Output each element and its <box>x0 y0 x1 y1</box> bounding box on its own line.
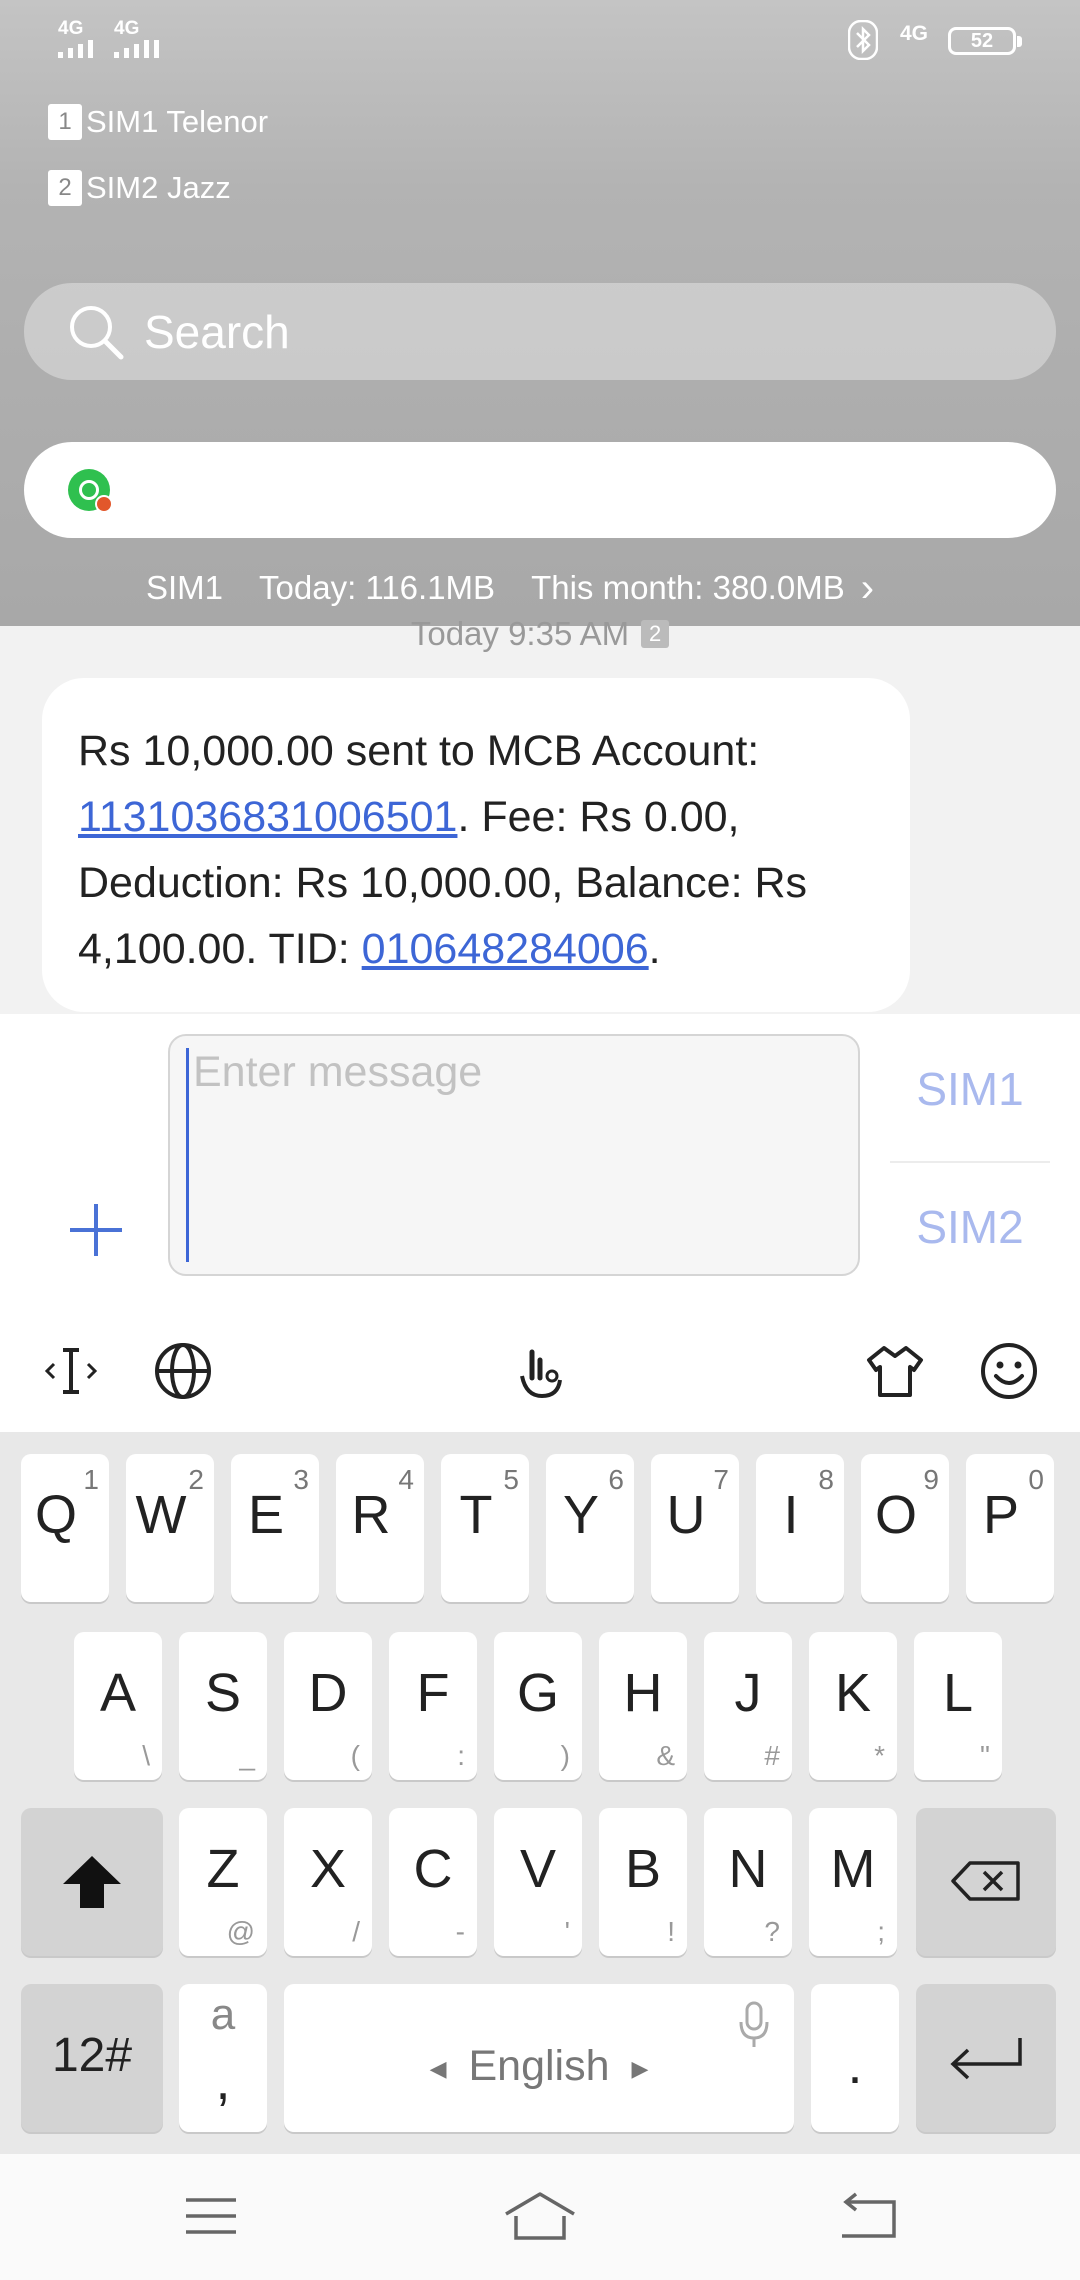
sim2-name: SIM2 Jazz <box>86 170 231 205</box>
sim1-info: 1 SIM1 Telenor <box>48 102 268 142</box>
sim1-name: SIM1 Telenor <box>86 104 269 139</box>
enter-key[interactable] <box>916 1984 1056 2132</box>
key-s[interactable]: S _ <box>179 1632 267 1780</box>
key-y[interactable]: 6Y <box>546 1454 634 1602</box>
globe-icon[interactable] <box>152 1340 214 1402</box>
search-input[interactable] <box>144 304 944 359</box>
key-x[interactable]: X / <box>284 1808 372 1956</box>
key-g[interactable]: G) <box>494 1632 582 1780</box>
key-z[interactable]: Z @ <box>179 1808 267 1956</box>
data-usage-sim: SIM1 <box>146 569 224 606</box>
whatsapp-icon <box>68 469 113 513</box>
backspace-key[interactable] <box>916 1808 1056 1956</box>
key-a[interactable]: A \ <box>74 1632 162 1780</box>
message-text: Rs 10,000.00 sent to MCB Account: <box>78 727 760 775</box>
key-k[interactable]: K * <box>809 1632 897 1780</box>
key-l[interactable]: L " <box>914 1632 1002 1780</box>
menu-icon[interactable] <box>172 2190 252 2244</box>
sim1-badge: 1 <box>48 104 82 140</box>
bluetooth-icon <box>848 20 878 60</box>
cursor-icon[interactable] <box>40 1340 102 1402</box>
timestamp-text: Today 9:35 AM <box>410 615 630 652</box>
enter-arrow-icon <box>950 2038 1022 2080</box>
status-bar: 4G 4G 4G 52 <box>0 0 1080 76</box>
language-right-icon: ▶ <box>631 2055 649 2081</box>
message-timestamp: Today 9:35 AM 2 <box>0 612 1080 656</box>
period-key[interactable]: . <box>811 1984 899 2132</box>
message-text: . <box>648 925 661 973</box>
navigation-bar <box>0 2154 1080 2280</box>
key-v[interactable]: V ' <box>494 1808 582 1956</box>
key-u[interactable]: 7U <box>651 1454 739 1602</box>
key-i[interactable]: 8I <box>756 1454 844 1602</box>
key-j[interactable]: J # <box>704 1632 792 1780</box>
key-q[interactable]: 1Q <box>21 1454 109 1602</box>
sim2-badge: 2 <box>48 170 82 206</box>
emoji-icon[interactable] <box>978 1340 1040 1402</box>
message-input[interactable] <box>186 1048 842 1262</box>
key-b[interactable]: B! <box>599 1808 687 1956</box>
shift-key[interactable] <box>21 1808 163 1956</box>
language-left-icon: ◀ <box>429 2055 447 2081</box>
back-icon[interactable] <box>828 2190 908 2244</box>
home-icon[interactable] <box>500 2190 580 2244</box>
search-icon <box>70 305 124 359</box>
key-o[interactable]: 9O <box>861 1454 949 1602</box>
sim-divider <box>890 1161 1050 1163</box>
signal-sim1-icon: 4G <box>58 19 93 58</box>
key-r[interactable]: 4R <box>336 1454 424 1602</box>
keyboard: 1Q 2W 3E 4R 5T 6Y 7U 8I 9O 0P A \ S _ D( F… <box>0 1432 1080 2154</box>
data-usage-month: This month: 380.0MB <box>531 569 845 606</box>
keyboard-toolbar <box>0 1310 1080 1432</box>
key-t[interactable]: 5T <box>441 1454 529 1602</box>
battery-icon: 52 <box>948 27 1022 55</box>
shift-arrow-icon <box>63 1856 121 1908</box>
add-attachment-button[interactable] <box>66 1200 126 1260</box>
key-e[interactable]: 3E <box>231 1454 319 1602</box>
key-w[interactable]: 2W <box>126 1454 214 1602</box>
notification-shade: 4G 4G 4G 52 1 SIM1 Telenor 2 SIM2 Jazz S… <box>0 0 1080 626</box>
key-d[interactable]: D( <box>284 1632 372 1780</box>
key-m[interactable]: M; <box>809 1808 897 1956</box>
chevron-right-icon: › <box>860 565 875 610</box>
message-input-box[interactable] <box>168 1034 860 1276</box>
shade-search-bar[interactable] <box>24 283 1056 380</box>
send-sim1-button[interactable]: SIM1 <box>888 1062 1052 1116</box>
key-c[interactable]: C- <box>389 1808 477 1956</box>
gesture-icon[interactable] <box>508 1340 570 1402</box>
network-type-label: 4G <box>900 22 929 45</box>
key-p[interactable]: 0P <box>966 1454 1054 1602</box>
symbols-key[interactable]: 12# <box>21 1984 163 2132</box>
send-sim2-button[interactable]: SIM2 <box>888 1200 1052 1254</box>
message-bubble[interactable]: Rs 10,000.00 sent to MCB Account: 113103… <box>42 678 910 1012</box>
key-n[interactable]: N? <box>704 1808 792 1956</box>
microphone-icon <box>739 2001 769 2047</box>
sim2-info: 2 SIM2 Jazz <box>48 168 231 208</box>
signal-sim2-icon: 4G <box>114 19 159 58</box>
data-usage-today: Today: 116.1MB <box>259 569 496 606</box>
backspace-icon <box>951 1861 1020 1901</box>
space-language-label: English <box>468 2042 610 2090</box>
key-h[interactable]: H & <box>599 1632 687 1780</box>
timestamp-sim-badge: 2 <box>641 620 670 648</box>
data-usage-row[interactable]: SIM1 Today: 116.1MB This month: 380.0MB … <box>146 566 874 610</box>
theme-shirt-icon[interactable] <box>864 1340 926 1402</box>
comma-key[interactable]: a , <box>179 1984 267 2132</box>
account-number-link[interactable]: 1131036831006501 <box>78 793 457 841</box>
space-key[interactable]: ◀ English ▶ <box>284 1984 794 2132</box>
notification-card[interactable] <box>24 442 1056 538</box>
tid-link[interactable]: 010648284006 <box>362 925 649 973</box>
key-f[interactable]: F: <box>389 1632 477 1780</box>
